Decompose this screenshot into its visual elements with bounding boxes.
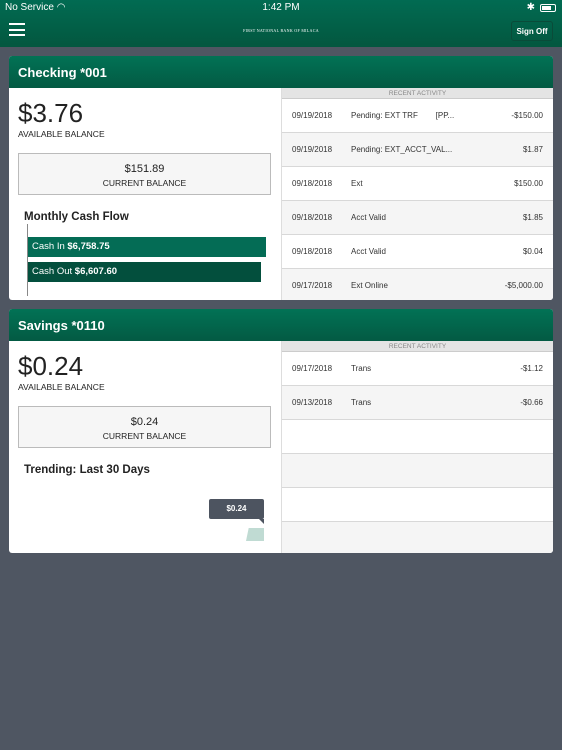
transaction-row[interactable]: 09/19/2018 Pending: EXT_ACCT_VAL... $1.87 xyxy=(282,133,553,167)
transaction-row[interactable]: 09/17/2018 Trans -$1.12 xyxy=(282,352,553,386)
recent-activity-list: RECENT ACTIVITY 09/19/2018 Pending: EXT T… xyxy=(281,88,553,300)
current-balance: $0.24 xyxy=(130,416,159,428)
cash-in-value: $6,758.75 xyxy=(67,241,110,252)
transaction-description: Acct Valid xyxy=(351,213,386,222)
transaction-date: 09/18/2018 xyxy=(292,247,333,256)
account-card-savings: Savings *0110 $0.24 AVAILABLE BALANCE $0… xyxy=(9,309,553,553)
transaction-row[interactable]: 09/13/2018 Trans -$0.66 xyxy=(282,386,553,420)
available-balance: $3.76 xyxy=(18,98,84,128)
recent-activity-header: RECENT ACTIVITY xyxy=(282,88,553,99)
bluetooth-icon: ✱ xyxy=(526,2,535,13)
transaction-row[interactable]: 09/17/2018 Ext Online -$5,000.00 xyxy=(282,269,553,300)
available-balance-label: AVAILABLE BALANCE xyxy=(18,129,105,139)
status-icons: ✱ xyxy=(527,2,556,13)
transaction-amount: -$1.12 xyxy=(520,364,543,373)
transaction-amount: $150.00 xyxy=(514,179,543,188)
trend-tooltip: $0.24 xyxy=(209,499,264,524)
cash-in-bar: Cash In $6,758.75 xyxy=(28,237,266,257)
cash-out-value: $6,607.60 xyxy=(74,266,118,277)
transaction-row[interactable]: 09/18/2018 Acct Valid $0.04 xyxy=(282,235,553,269)
transaction-amount: -$150.00 xyxy=(511,111,543,120)
transaction-description: Acct Valid xyxy=(351,247,386,256)
transaction-description: Pending: EXT_ACCT_VAL... xyxy=(351,145,453,154)
cash-out-label: Cash Out xyxy=(32,266,73,277)
recent-activity-header: RECENT ACTIVITY xyxy=(282,341,553,352)
transaction-description: Ext xyxy=(351,179,363,188)
available-balance-label: AVAILABLE BALANCE xyxy=(18,382,105,392)
transaction-date: 09/13/2018 xyxy=(292,398,333,407)
current-balance-label: CURRENT BALANCE xyxy=(102,178,187,188)
transaction-description: Ext Online xyxy=(351,281,388,290)
chart-axis xyxy=(27,224,28,296)
account-card-checking: Checking *001 $3.76 AVAILABLE BALANCE $1… xyxy=(9,56,553,300)
transaction-description: Trans xyxy=(351,364,372,373)
sign-off-button[interactable]: Sign Off xyxy=(511,21,553,41)
empty-row xyxy=(282,420,553,454)
section-title: Trending: Last 30 Days xyxy=(24,464,150,476)
current-balance-box: $0.24 CURRENT BALANCE xyxy=(18,406,271,448)
transaction-date: 09/19/2018 xyxy=(292,145,333,154)
battery-icon xyxy=(540,3,556,12)
empty-row xyxy=(282,488,553,522)
current-balance-box: $151.89 CURRENT BALANCE xyxy=(18,153,271,195)
transaction-date: 09/19/2018 xyxy=(292,111,333,120)
cash-in-label: Cash In xyxy=(32,241,65,252)
transaction-row[interactable]: 09/19/2018 Pending: EXT TRF [PP... -$150.0… xyxy=(282,99,553,133)
current-balance-label: CURRENT BALANCE xyxy=(102,431,187,441)
transaction-date: 09/17/2018 xyxy=(292,281,333,290)
transaction-description: Trans xyxy=(351,398,372,407)
available-balance: $0.24 xyxy=(18,351,84,381)
recent-activity-list: RECENT ACTIVITY 09/17/2018 Trans -$1.12 09/… xyxy=(281,341,553,553)
current-balance: $151.89 xyxy=(124,163,165,175)
transaction-date: 09/18/2018 xyxy=(292,179,333,188)
cash-out-bar: Cash Out $6,607.60 xyxy=(28,262,261,282)
empty-row xyxy=(282,522,553,553)
transaction-description: Pending: EXT TRF [PP... xyxy=(351,111,455,120)
transaction-amount: -$5,000.00 xyxy=(504,281,543,290)
section-title: Monthly Cash Flow xyxy=(24,211,129,223)
trend-area xyxy=(246,528,264,541)
transaction-amount: -$0.66 xyxy=(520,398,543,407)
account-title[interactable]: Checking *001 xyxy=(9,56,553,88)
transaction-date: 09/17/2018 xyxy=(292,364,333,373)
clock: 1:42 PM xyxy=(262,2,300,13)
transaction-row[interactable]: 09/18/2018 Ext $150.00 xyxy=(282,167,553,201)
transaction-date: 09/18/2018 xyxy=(292,213,333,222)
transaction-amount: $1.87 xyxy=(522,145,543,154)
transaction-amount: $0.04 xyxy=(522,247,543,256)
account-title[interactable]: Savings *0110 xyxy=(9,309,553,341)
bank-logo: FIRST NATIONAL BANK OF MILACA xyxy=(243,28,319,33)
empty-row xyxy=(282,454,553,488)
app-header: No Service ◠ 1:42 PM ✱ FIRST NATIONAL BA… xyxy=(0,0,562,47)
transaction-row[interactable]: 09/18/2018 Acct Valid $1.85 xyxy=(282,201,553,235)
transaction-amount: $1.85 xyxy=(522,213,543,222)
